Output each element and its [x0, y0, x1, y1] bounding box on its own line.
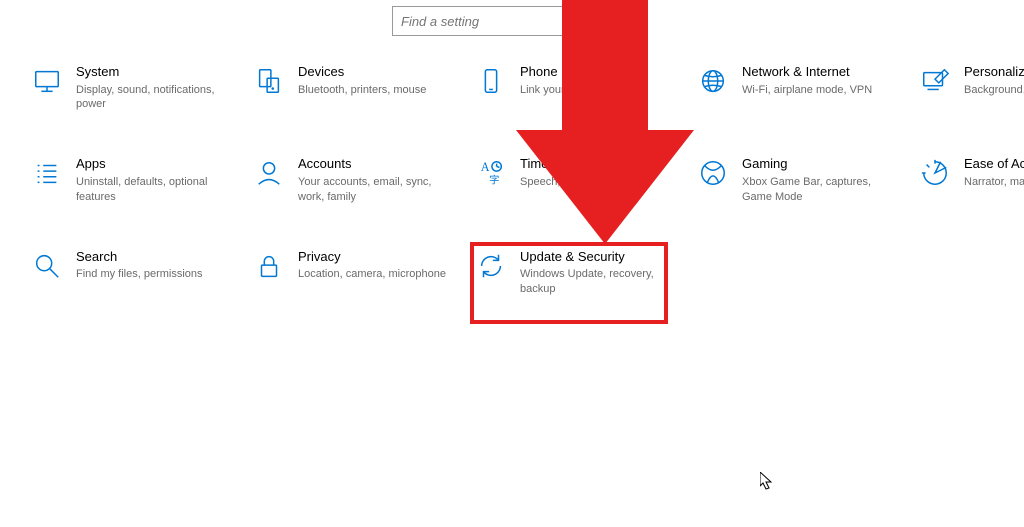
- tile-title: Apps: [76, 156, 232, 172]
- time-language-icon: A 字: [476, 158, 506, 188]
- tile-privacy[interactable]: Privacy Location, camera, microphone: [254, 249, 454, 297]
- tile-system[interactable]: System Display, sound, notifications, po…: [32, 64, 232, 112]
- cursor-icon: [760, 472, 774, 490]
- tile-desc: Background,: [964, 83, 1024, 98]
- tile-desc: Windows Update, recovery, backup: [520, 267, 676, 297]
- tile-title: Accounts: [298, 156, 454, 172]
- ease-of-access-icon: [920, 158, 950, 188]
- tile-desc: Narrator, ma contrast: [964, 175, 1024, 190]
- search-input[interactable]: [401, 14, 609, 29]
- tile-accounts[interactable]: Accounts Your accounts, email, sync, wor…: [254, 156, 454, 204]
- tile-apps[interactable]: Apps Uninstall, defaults, optional featu…: [32, 156, 232, 204]
- tile-title: Network & Internet: [742, 64, 872, 80]
- tile-desc: Bluetooth, printers, mouse: [298, 83, 426, 98]
- update-icon: [476, 251, 506, 281]
- tile-title: Time & L: [520, 156, 588, 172]
- tile-desc: Uninstall, defaults, optional features: [76, 175, 232, 205]
- tile-desc: Xbox Game Bar, captures, Game Mode: [742, 175, 898, 205]
- tile-desc: Display, sound, notifications, power: [76, 83, 232, 113]
- tile-title: Phone: [520, 64, 565, 80]
- tile-title: System: [76, 64, 232, 80]
- tile-desc: Find my files, permissions: [76, 267, 203, 282]
- settings-grid: System Display, sound, notifications, po…: [0, 64, 1024, 297]
- tile-title: Gaming: [742, 156, 898, 172]
- tile-title: Privacy: [298, 249, 446, 265]
- search-box[interactable]: [392, 6, 632, 36]
- tile-personalization[interactable]: Personaliza Background,: [920, 64, 1024, 112]
- tile-network[interactable]: Network & Internet Wi-Fi, airplane mode,…: [698, 64, 898, 112]
- tile-desc: Speech, regio: [520, 175, 588, 190]
- tile-title: Search: [76, 249, 203, 265]
- globe-icon: [698, 66, 728, 96]
- tile-time-language[interactable]: A 字 Time & L Speech, regio: [476, 156, 676, 204]
- tile-desc: Location, camera, microphone: [298, 267, 446, 282]
- tile-phone[interactable]: Phone Link your: [476, 64, 676, 112]
- tile-desc: Link your: [520, 83, 565, 98]
- tile-update-security[interactable]: Update & Security Windows Update, recove…: [476, 249, 676, 297]
- search-container: [0, 0, 1024, 64]
- devices-icon: [254, 66, 284, 96]
- accounts-icon: [254, 158, 284, 188]
- tile-title: Personaliza: [964, 64, 1024, 80]
- tile-gaming[interactable]: Gaming Xbox Game Bar, captures, Game Mod…: [698, 156, 898, 204]
- tile-title: Ease of Acc: [964, 156, 1024, 172]
- system-icon: [32, 66, 62, 96]
- svg-text:字: 字: [489, 174, 499, 187]
- tile-desc: Your accounts, email, sync, work, family: [298, 175, 454, 205]
- lock-icon: [254, 251, 284, 281]
- gaming-icon: [698, 158, 728, 188]
- tile-ease-of-access[interactable]: Ease of Acc Narrator, ma contrast: [920, 156, 1024, 204]
- tile-title: Devices: [298, 64, 426, 80]
- search-icon: [609, 14, 623, 28]
- tile-title: Update & Security: [520, 249, 676, 265]
- tile-desc: Wi-Fi, airplane mode, VPN: [742, 83, 872, 98]
- tile-devices[interactable]: Devices Bluetooth, printers, mouse: [254, 64, 454, 112]
- tile-search[interactable]: Search Find my files, permissions: [32, 249, 232, 297]
- personalization-icon: [920, 66, 950, 96]
- svg-text:A: A: [481, 160, 490, 174]
- apps-icon: [32, 158, 62, 188]
- phone-icon: [476, 66, 506, 96]
- search-category-icon: [32, 251, 62, 281]
